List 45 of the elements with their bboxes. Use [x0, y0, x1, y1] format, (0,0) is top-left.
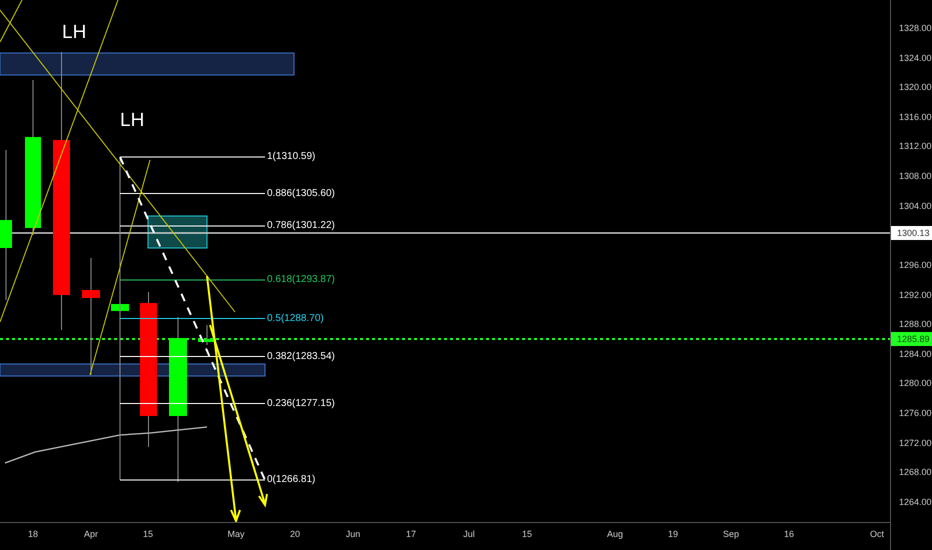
price-axis-label: 1320.00 [899, 81, 932, 94]
price-axis-label: 1316.00 [899, 110, 932, 123]
chart-annotation: LH [120, 110, 144, 132]
time-axis-label: 17 [406, 528, 416, 541]
price-axis-label: 1268.00 [899, 466, 932, 478]
fib-level-label: 0.886(1305.60) [267, 188, 335, 200]
price-axis-label: 1288.00 [899, 318, 932, 330]
price-axis-label: 1292.00 [899, 288, 932, 301]
price-axis-label: 1304.00 [899, 200, 932, 212]
price-axis-label: 1284.00 [899, 348, 932, 360]
fib-level-label: 0(1266.81) [267, 474, 316, 486]
price-axis-label: 1328.00 [899, 22, 932, 34]
time-axis-label: Oct [870, 528, 884, 541]
price-axis-label: 1280.00 [899, 377, 932, 390]
time-axis-label: Jun [346, 528, 360, 541]
time-axis-label: 16 [784, 528, 794, 541]
price-axis-label: 1312.00 [899, 140, 932, 152]
chart-annotation: LH [62, 22, 86, 44]
price-axis-label: 1272.00 [899, 436, 932, 449]
time-axis-label: 19 [668, 528, 678, 541]
price-tag: 1300.13 [891, 226, 932, 240]
fib-level-label: 0.236(1277.15) [267, 398, 335, 410]
price-tag: 1285.89 [891, 332, 932, 346]
fib-level-label: 0.382(1283.54) [267, 350, 335, 362]
time-axis-label: 15 [522, 528, 532, 541]
time-axis-label: 20 [290, 528, 300, 541]
fib-level-label: 1(1310.59) [267, 151, 316, 163]
fib-level-label: 0.786(1301.22) [267, 220, 335, 232]
time-axis-label: May [228, 528, 244, 541]
candle [198, 324, 216, 346]
price-axis-label: 1324.00 [899, 52, 932, 64]
fib-level-label: 0.618(1293.87) [267, 274, 335, 286]
time-axis-label: 18 [28, 528, 38, 541]
price-axis-label: 1308.00 [899, 170, 932, 182]
time-axis-label: Sep [723, 528, 739, 541]
time-axis-label: Jul [463, 528, 475, 541]
price-axis-label: 1296.00 [899, 258, 932, 271]
time-axis-label: 15 [143, 528, 153, 541]
candle [111, 304, 129, 312]
price-axis-label: 1276.00 [899, 407, 932, 420]
fib-level-label: 0.5(1288.70) [267, 312, 324, 324]
time-axis-label: Aug [607, 528, 623, 541]
time-axis-label: Apr [84, 528, 98, 541]
target-zone [148, 216, 208, 248]
price-axis-label: 1264.00 [899, 496, 932, 508]
